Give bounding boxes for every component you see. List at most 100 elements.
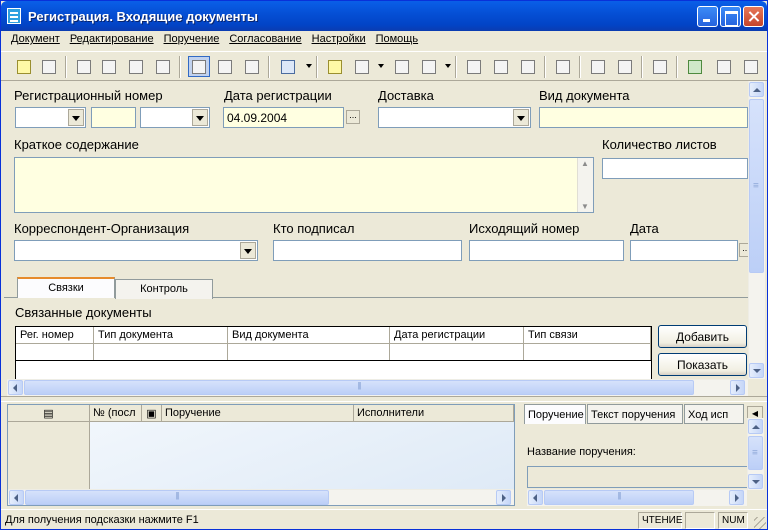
scroll-left-icon[interactable] [8, 380, 23, 395]
tab-assignment-text[interactable]: Текст поручения [587, 404, 683, 424]
sign-icon[interactable] [391, 56, 413, 77]
scroll-left-icon[interactable] [528, 490, 543, 505]
reg-suffix-combo[interactable] [140, 107, 210, 128]
undo-icon[interactable] [73, 56, 95, 77]
col-doc-kind[interactable]: Вид документа [228, 327, 390, 343]
col-doc-type[interactable]: Тип документа [94, 327, 228, 343]
doc2-icon[interactable] [490, 56, 512, 77]
assignment-panel-scrollbar[interactable] [747, 418, 764, 490]
show-button[interactable]: Показать [658, 353, 747, 376]
sheets-field[interactable] [602, 158, 748, 179]
pin-icon[interactable] [418, 56, 440, 77]
approve-icon[interactable] [587, 56, 609, 77]
delivery-combo[interactable] [378, 107, 531, 128]
scroll-thumb[interactable] [748, 436, 763, 470]
date-picker-button[interactable]: ... [346, 110, 360, 124]
app-icon [7, 8, 21, 24]
signed-field[interactable] [273, 240, 462, 261]
minimize-button[interactable] [697, 6, 718, 27]
route-icon[interactable] [277, 56, 299, 77]
cut-icon[interactable] [152, 56, 174, 77]
reg-number-label: Регистрационный номер [14, 88, 163, 103]
envelope-icon[interactable] [552, 56, 574, 77]
outgoing-date-field[interactable] [630, 240, 738, 261]
chevron-down-icon[interactable] [240, 242, 256, 259]
tools-icon[interactable] [98, 56, 120, 77]
new-document-icon[interactable] [13, 56, 35, 77]
summary-scrollbar[interactable]: ▲ ▼ [577, 158, 593, 212]
scroll-down-icon[interactable] [749, 363, 764, 378]
form-vertical-scrollbar[interactable] [748, 81, 765, 379]
linked-docs-title: Связанные документы [15, 305, 152, 320]
menu-settings[interactable]: Настройки [307, 31, 371, 49]
form-horizontal-scrollbar[interactable] [7, 379, 748, 396]
doc-icon[interactable] [463, 56, 485, 77]
scroll-thumb[interactable] [25, 490, 329, 505]
doc-kind-combo[interactable] [539, 107, 748, 128]
reg-prefix-combo[interactable] [15, 107, 86, 128]
scroll-right-icon[interactable] [730, 380, 745, 395]
tab-assignment[interactable]: Поручение [524, 404, 586, 424]
pane-splitter[interactable] [1, 396, 767, 402]
align-icon[interactable] [125, 56, 147, 77]
scroll-right-icon[interactable] [729, 490, 744, 505]
scroll-down-icon[interactable] [748, 474, 763, 489]
key-icon[interactable] [713, 56, 735, 77]
sheets-label: Количество листов [602, 137, 717, 152]
tab-links[interactable]: Связки [17, 277, 115, 298]
menu-edit[interactable]: Редактирование [65, 31, 159, 49]
chevron-down-icon[interactable] [513, 109, 529, 126]
assignments-horizontal-scrollbar[interactable] [8, 489, 514, 505]
assignments-table[interactable]: ▤ № (посл ▣ Поручение Исполнители [7, 404, 515, 506]
save-icon[interactable] [38, 56, 60, 77]
maximize-button[interactable] [720, 6, 741, 27]
scroll-up-icon[interactable] [748, 419, 763, 434]
col-link-type[interactable]: Тип связи [524, 327, 651, 343]
doc3-icon[interactable] [517, 56, 539, 77]
attach-icon[interactable] [188, 56, 210, 77]
menu-approval[interactable]: Согласование [224, 31, 306, 49]
tab-control[interactable]: Контроль [115, 279, 213, 299]
add-button[interactable]: Добавить [658, 325, 747, 348]
copy-icon[interactable] [351, 56, 373, 77]
resize-grip-icon[interactable] [754, 517, 766, 529]
scroll-thumb[interactable] [544, 490, 694, 505]
summary-textarea[interactable]: ▲ ▼ [14, 157, 594, 213]
print-icon[interactable] [649, 56, 671, 77]
forward-icon[interactable] [241, 56, 263, 77]
scroll-thumb[interactable] [749, 99, 764, 273]
col-reg-number[interactable]: Рег. номер [16, 327, 94, 343]
scroll-up-icon[interactable] [749, 82, 764, 97]
table-row[interactable] [16, 344, 651, 361]
note-icon[interactable] [324, 56, 346, 77]
col-reg-date[interactable]: Дата регистрации [390, 327, 524, 343]
scroll-right-icon[interactable] [496, 490, 511, 505]
checkbox-icon[interactable]: ▣ [142, 405, 162, 421]
title-bar[interactable]: Регистрация. Входящие документы [1, 1, 767, 31]
stamp-icon[interactable] [214, 56, 236, 77]
exit-icon[interactable] [740, 56, 762, 77]
chevron-down-icon[interactable] [192, 109, 208, 126]
col-executors[interactable]: Исполнители [354, 405, 514, 421]
menu-assignment[interactable]: Поручение [159, 31, 225, 49]
tab-progress[interactable]: Ход исп [684, 404, 744, 424]
menu-help[interactable]: Помощь [371, 31, 424, 49]
linked-docs-table[interactable]: Рег. номер Тип документа Вид документа Д… [15, 326, 652, 384]
assignment-name-field[interactable] [527, 466, 749, 488]
assignment-details-panel: Поручение Текст поручения Ход исп ◀ Назв… [521, 404, 765, 506]
map-icon[interactable] [684, 56, 706, 77]
menu-document[interactable]: Документ [6, 31, 65, 49]
reg-date-field[interactable]: 04.09.2004 [223, 107, 344, 128]
chevron-down-icon[interactable] [68, 109, 84, 126]
outgoing-number-field[interactable] [469, 240, 624, 261]
col-seq-number[interactable]: № (посл [90, 405, 142, 421]
reg-number-field[interactable] [91, 107, 136, 128]
scroll-thumb[interactable] [24, 380, 694, 395]
outgoing-date-picker-button[interactable]: ... [739, 243, 748, 257]
close-button[interactable] [743, 6, 764, 27]
folder-icon[interactable] [614, 56, 636, 77]
assignment-panel-hscrollbar[interactable] [527, 489, 747, 506]
scroll-left-icon[interactable] [9, 490, 24, 505]
col-assignment[interactable]: Поручение [162, 405, 354, 421]
correspondent-combo[interactable] [14, 240, 258, 261]
